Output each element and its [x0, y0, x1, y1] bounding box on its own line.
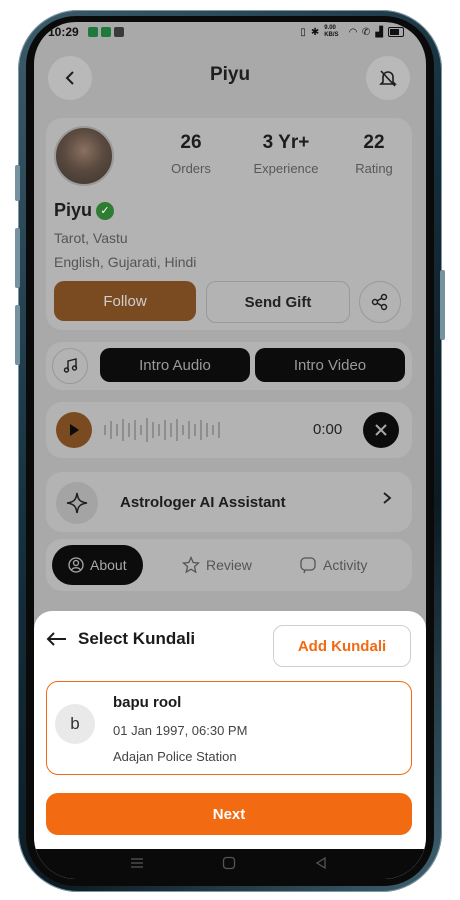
whatsapp-icon: [88, 27, 98, 37]
ai-assistant-label: Astrologer AI Assistant: [120, 494, 286, 511]
back-arrow-icon[interactable]: [46, 631, 68, 647]
notification-toggle-button[interactable]: [366, 56, 410, 100]
tab-activity[interactable]: Activity: [299, 545, 367, 585]
stat-label: Rating: [355, 161, 393, 176]
audio-waveform: [104, 416, 220, 444]
tab-label: About: [90, 557, 127, 573]
tab-label: Activity: [323, 557, 368, 573]
stat-orders: 26 Orders: [156, 132, 226, 176]
kundali-datetime: 01 Jan 1997, 06:30 PM: [113, 723, 248, 738]
profile-tabs: About Review Activity: [46, 539, 412, 591]
select-kundali-sheet: Select Kundali Add Kundali b bapu rool 0…: [34, 611, 426, 879]
bell-off-icon: [379, 70, 397, 87]
kundali-name: bapu rool: [113, 694, 182, 711]
stat-label: Experience: [253, 161, 319, 176]
back-triangle-icon[interactable]: [314, 856, 328, 870]
music-button[interactable]: [52, 348, 88, 384]
share-button[interactable]: [359, 281, 401, 323]
ai-assistant-row[interactable]: Astrologer AI Assistant: [46, 472, 412, 532]
share-icon: [371, 293, 388, 311]
stat-value: 3 Yr+: [262, 132, 310, 153]
signal-icon: ▟: [375, 26, 383, 38]
sparkle-icon: [56, 482, 98, 524]
verified-badge-icon: ✓: [96, 201, 115, 220]
status-time: 10:29: [48, 25, 79, 39]
vibrate-icon: ▯: [300, 26, 306, 38]
notification-icons: [88, 27, 124, 37]
stat-experience: 3 Yr+ Experience: [241, 132, 331, 176]
play-button[interactable]: [56, 412, 92, 448]
menu-icon[interactable]: [130, 856, 144, 870]
kundali-card[interactable]: b bapu rool 01 Jan 1997, 06:30 PM Adajan…: [46, 681, 412, 775]
profile-card: 26 Orders 3 Yr+ Experience 22 Rating Piy…: [46, 118, 412, 330]
play-icon: [70, 424, 79, 436]
stat-rating: 22 Rating: [344, 132, 404, 176]
stat-value: 26: [180, 132, 202, 153]
stat-value: 22: [363, 132, 385, 153]
next-button[interactable]: Next: [46, 793, 412, 835]
add-kundali-button[interactable]: Add Kundali: [273, 625, 411, 667]
intro-audio-button[interactable]: Intro Audio: [100, 348, 250, 382]
chevron-right-icon: [380, 491, 394, 510]
send-gift-button[interactable]: Send Gift: [206, 281, 350, 323]
screen: 10:29 ▯ ✱ 9.00 KB/S ◠ ✆ ▟ Piyu 26 Orders…: [34, 22, 426, 879]
follow-button[interactable]: Follow: [54, 281, 196, 321]
profile-name: Piyu: [54, 200, 93, 220]
intro-video-button[interactable]: Intro Video: [255, 348, 405, 382]
audio-duration: 0:00: [313, 421, 343, 438]
call-icon: ✆: [361, 26, 371, 38]
side-button: [15, 305, 20, 365]
power-button: [440, 270, 445, 340]
user-circle-icon: [68, 557, 84, 573]
kundali-place: Adajan Police Station: [113, 749, 237, 764]
status-bar: 10:29 ▯ ✱ 9.00 KB/S ◠ ✆ ▟: [34, 22, 426, 44]
activity-icon: [300, 557, 316, 574]
profile-skills: Tarot, Vastu: [54, 230, 128, 246]
audio-player: 0:00: [46, 402, 412, 458]
kundali-avatar: b: [55, 704, 95, 744]
tab-review[interactable]: Review: [182, 545, 252, 585]
status-right: ▯ ✱ 9.00 KB/S ◠ ✆ ▟: [300, 25, 404, 39]
profile-name-row: Piyu ✓: [54, 200, 115, 221]
system-nav-bar: [34, 849, 426, 879]
speed-indicator: 9.00 KB/S: [324, 25, 339, 38]
star-icon: [182, 556, 200, 574]
close-player-button[interactable]: [363, 412, 399, 448]
intro-media-row: Intro Audio Intro Video: [46, 342, 412, 390]
messages-icon: [101, 27, 111, 37]
tab-label: Review: [206, 557, 252, 573]
tab-about[interactable]: About: [52, 545, 143, 585]
battery-icon: [388, 27, 404, 37]
home-icon[interactable]: [222, 856, 236, 870]
bluetooth-icon: ✱: [310, 26, 320, 38]
side-button: [15, 228, 20, 288]
stat-label: Orders: [171, 161, 211, 176]
profile-avatar: [54, 126, 114, 186]
sheet-header: Select Kundali: [46, 629, 195, 649]
gmail-icon: [114, 27, 124, 37]
profile-languages: English, Gujarati, Hindi: [54, 254, 197, 270]
wifi-icon: ◠: [349, 26, 357, 38]
side-button: [15, 165, 20, 201]
close-icon: [375, 424, 387, 436]
music-note-icon: [63, 358, 78, 373]
sheet-title: Select Kundali: [78, 629, 196, 648]
